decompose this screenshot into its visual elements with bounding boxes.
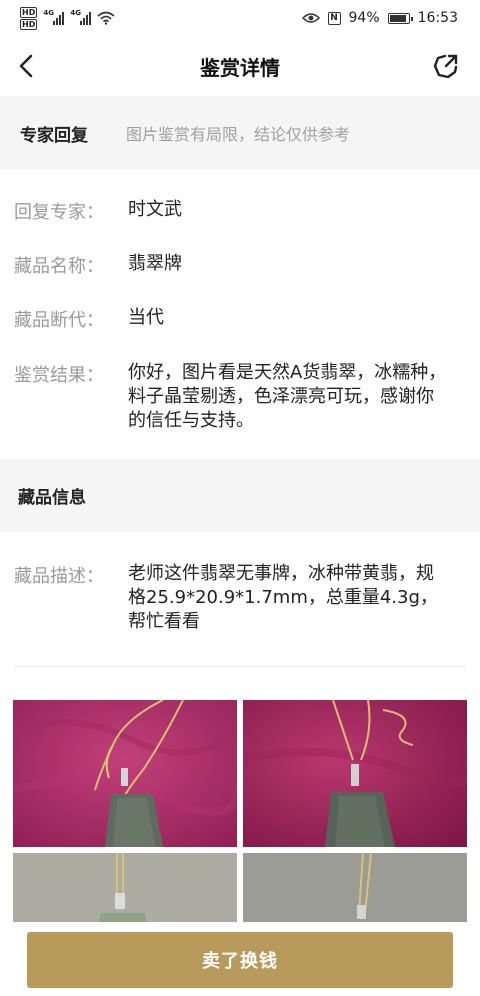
status-right: N 94% 16:53 xyxy=(301,10,458,26)
chevron-left-icon[interactable] xyxy=(14,52,40,80)
status-bar: HD HD 4G 4G N 94% 16:53 xyxy=(0,0,480,36)
signal-icon-2: 4G xyxy=(70,9,92,25)
nfc-icon: N xyxy=(327,11,341,25)
item-photo-3[interactable] xyxy=(13,853,237,933)
share-icon[interactable] xyxy=(432,52,460,80)
field-value: 你好，图片看是天然A货翡翠，冰糯种，料子晶莹剔透，色泽漂亮可玩，感谢你的信任与支… xyxy=(128,362,447,431)
status-left: HD HD 4G 4G xyxy=(20,6,115,30)
sell-button[interactable]: 卖了换钱 xyxy=(27,932,453,988)
item-info-title: 藏品信息 xyxy=(18,488,86,508)
divider xyxy=(14,666,466,667)
field-value: 时文武 xyxy=(128,199,182,220)
item-photo-4[interactable] xyxy=(243,853,467,933)
field-label: 藏品断代： xyxy=(14,310,104,331)
item-photo-2[interactable] xyxy=(243,700,467,847)
field-value: 当代 xyxy=(128,307,164,328)
eye-icon xyxy=(301,13,320,23)
signal-icon: 4G xyxy=(43,9,65,25)
field-label: 鉴赏结果： xyxy=(14,365,104,386)
expert-reply-header: 专家回复 图片鉴赏有局限，结论仅供参考 xyxy=(0,96,480,170)
battery-percent: 94% xyxy=(348,10,380,26)
clock: 16:53 xyxy=(417,10,458,26)
network-type-2: 4G xyxy=(70,9,81,17)
hd-icon: HD HD xyxy=(20,6,38,30)
nav-bar: 鉴赏详情 xyxy=(0,36,480,96)
field-value: 老师这件翡翠无事牌，冰种带黄翡，规格25.9*20.9*1.7mm，总重量4.3… xyxy=(128,563,438,632)
expert-reply-title: 专家回复 xyxy=(20,125,88,146)
field-label: 藏品描述： xyxy=(14,566,104,587)
network-type-1: 4G xyxy=(43,9,54,17)
disclaimer-note: 图片鉴赏有局限，结论仅供参考 xyxy=(126,125,351,144)
field-label: 藏品名称： xyxy=(14,256,104,277)
wifi-icon xyxy=(97,11,115,25)
field-label: 回复专家： xyxy=(14,202,104,223)
page-title: 鉴赏详情 xyxy=(200,55,280,80)
item-info-header: 藏品信息 xyxy=(0,459,480,532)
field-value: 翡翠牌 xyxy=(128,253,182,274)
hd-badge-2: HD xyxy=(20,18,38,30)
item-photo-1[interactable] xyxy=(13,700,237,847)
battery-icon xyxy=(387,12,413,24)
hd-badge-1: HD xyxy=(20,6,38,18)
